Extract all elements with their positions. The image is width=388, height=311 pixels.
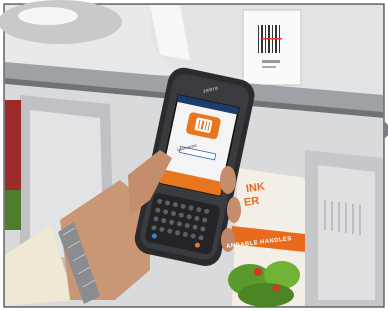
sign-text-line-2: ER <box>243 194 261 210</box>
photo-background <box>0 0 388 311</box>
photo-scene: zebra Lastname INK ER ANDABLE HANDLES <box>0 0 388 311</box>
